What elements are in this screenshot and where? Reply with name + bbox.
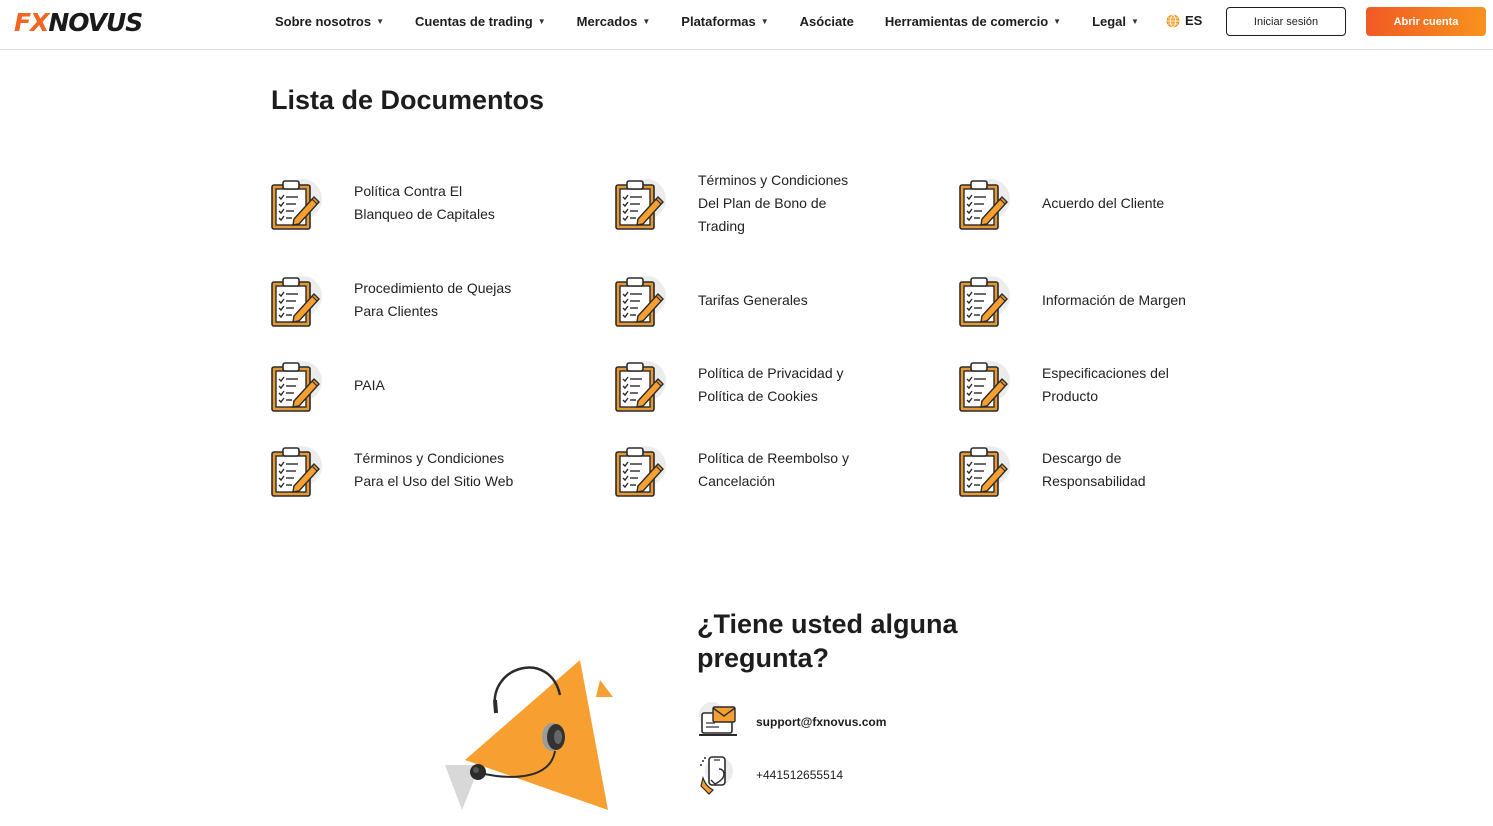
logo-fx-text: FX [14,7,49,37]
phone-hand-icon [700,756,733,795]
main-nav: Sobre nosotros ▼ Cuentas de trading ▼ Mercad… [275,0,1170,42]
document-label[interactable]: Términos y Condiciones Del Plan de Bono … [698,169,868,238]
nav-item-label: Plataformas [681,13,756,29]
nav-item-4[interactable]: Asóciate [800,14,854,29]
chevron-down-icon: ▼ [642,16,651,26]
language-selector[interactable]: ES [1166,13,1202,28]
document-link[interactable]: Política Contra El Blanqueo de Capitales [268,168,598,238]
document-label[interactable]: Información de Margen [1042,289,1212,312]
clipboard-checklist-icon [956,357,1012,413]
document-label[interactable]: Especificaciones del Producto [1042,362,1212,408]
nav-item-0[interactable]: Sobre nosotros ▼ [275,14,384,29]
clipboard-checklist-icon [612,272,668,328]
site-header: FX NOVUS Sobre nosotros ▼ Cuentas de tradin… [0,0,1493,50]
language-code: ES [1185,13,1203,28]
logo-novus-text: NOVUS [48,7,143,37]
clipboard-checklist-icon [268,357,324,413]
document-link[interactable]: Procedimiento de Quejas Para Clientes [268,265,598,335]
nav-item-label: Mercados [576,13,638,29]
document-link[interactable]: Política de Reembolso y Cancelación [612,435,942,505]
globe-icon [1166,14,1180,27]
document-label[interactable]: Política de Reembolso y Cancelación [698,447,868,493]
email-address[interactable]: support@fxnovus.com [756,715,886,729]
nav-item-label: Cuentas de trading [415,13,533,29]
clipboard-checklist-icon [268,442,324,498]
nav-item-1[interactable]: Cuentas de trading ▼ [415,14,546,29]
document-link[interactable]: Términos y Condiciones Del Plan de Bono … [612,168,942,238]
document-label[interactable]: Procedimiento de Quejas Para Clientes [354,277,524,323]
document-link[interactable]: Información de Margen [956,265,1286,335]
nav-item-3[interactable]: Plataformas ▼ [681,14,768,29]
document-link[interactable]: Términos y Condiciones Para el Uso del S… [268,435,598,505]
nav-item-2[interactable]: Mercados ▼ [577,14,651,29]
clipboard-checklist-icon [612,175,668,231]
login-button[interactable]: Iniciar sesión [1226,7,1346,36]
document-label[interactable]: Términos y Condiciones Para el Uso del S… [354,447,524,493]
document-label[interactable]: Tarifas Generales [698,289,868,312]
nav-item-5[interactable]: Herramientas de comercio ▼ [885,14,1061,29]
nav-item-label: Legal [1092,13,1127,29]
chevron-down-icon: ▼ [537,16,546,26]
document-label[interactable]: Descargo de Responsabilidad [1042,447,1212,493]
clipboard-checklist-icon [268,272,324,328]
document-label[interactable]: PAIA [354,374,524,397]
email-laptop-icon [699,702,737,736]
open-account-button[interactable]: Abrir cuenta [1366,7,1486,36]
nav-item-6[interactable]: Legal ▼ [1092,14,1139,29]
document-label[interactable]: Acuerdo del Cliente [1042,192,1212,215]
clipboard-checklist-icon [956,442,1012,498]
clipboard-checklist-icon [612,442,668,498]
clipboard-checklist-icon [956,175,1012,231]
document-label[interactable]: Política de Privacidad y Política de Coo… [698,362,868,408]
document-link[interactable]: Tarifas Generales [612,265,942,335]
document-link[interactable]: Política de Privacidad y Política de Coo… [612,350,942,420]
document-link[interactable]: Descargo de Responsabilidad [956,435,1286,505]
clipboard-checklist-icon [612,357,668,413]
nav-item-label: Herramientas de comercio [884,13,1049,29]
fxnovus-logo[interactable]: FX NOVUS [14,7,143,37]
document-link[interactable]: PAIA [268,350,598,420]
document-label[interactable]: Política Contra El Blanqueo de Capitales [354,180,524,226]
chevron-down-icon: ▼ [1131,16,1139,26]
documents-title: Lista de Documentos [271,85,545,115]
chevron-down-icon: ▼ [376,16,384,26]
phone-number[interactable]: +441512655514 [756,768,843,782]
email-contact[interactable]: support@fxnovus.com [697,701,886,743]
document-link[interactable]: Acuerdo del Cliente [956,168,1286,238]
nav-item-label: Sobre nosotros [275,13,372,29]
support-headset-illustration [445,660,613,810]
document-link[interactable]: Especificaciones del Producto [956,350,1286,420]
nav-item-label: Asóciate [799,13,854,29]
clipboard-checklist-icon [268,175,324,231]
clipboard-checklist-icon [956,272,1012,328]
chevron-down-icon: ▼ [1053,16,1062,26]
phone-contact[interactable]: +441512655514 [697,754,843,796]
chevron-down-icon: ▼ [760,16,769,26]
contact-title: ¿Tiene usted alguna pregunta? [697,609,958,673]
